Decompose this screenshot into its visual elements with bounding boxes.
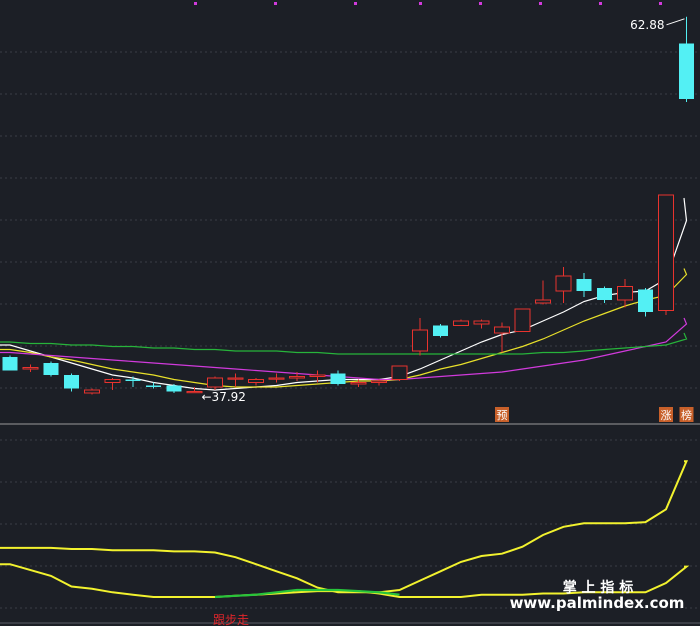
candle-body <box>658 194 674 311</box>
candle-body <box>330 373 346 384</box>
candle-body <box>617 286 633 301</box>
candle-body <box>289 376 305 379</box>
top-dot <box>354 2 357 5</box>
signal-marker: 榜 <box>679 407 694 422</box>
candle-body <box>473 320 490 325</box>
candle-body <box>350 382 367 385</box>
candle-body <box>535 299 551 304</box>
candle-body <box>166 385 182 392</box>
stock-chart: 62.88 ←37.92 跟步走 掌 上 指 标 www.palmindex.c… <box>0 0 700 626</box>
high-price-label: 62.88 <box>630 18 664 32</box>
candle-body <box>104 379 121 383</box>
top-dot <box>539 2 542 5</box>
candle-body <box>227 377 244 380</box>
candle <box>433 324 448 338</box>
candle-body <box>433 325 448 336</box>
candle-body <box>555 275 572 292</box>
top-dot <box>659 2 662 5</box>
candle-body <box>84 389 100 394</box>
low-price-label: ←37.92 <box>202 390 246 404</box>
candle <box>658 194 674 315</box>
signal-marker: 预 <box>495 407 509 422</box>
watermark-line2: www.palmindex.com <box>510 594 685 612</box>
top-dot <box>274 2 277 5</box>
candle-body <box>248 379 264 383</box>
candle-body <box>391 365 408 380</box>
candle-body <box>2 357 18 371</box>
candle-body <box>494 326 510 334</box>
signal-marker-text: 榜 <box>681 408 692 422</box>
candle-body <box>64 375 79 389</box>
candle <box>391 365 408 381</box>
top-dot <box>419 2 422 5</box>
candle-body <box>268 377 285 380</box>
candle-body <box>207 377 223 388</box>
candle-body <box>309 374 326 377</box>
top-dot <box>599 2 602 5</box>
signal-marker-text: 预 <box>497 409 508 422</box>
candle-body <box>576 279 592 291</box>
candle-body <box>125 379 141 381</box>
candle <box>514 308 531 332</box>
candle-body <box>186 391 203 394</box>
candle <box>2 355 18 371</box>
signal-marker-text: 涨 <box>661 409 672 422</box>
candle-body <box>638 289 653 312</box>
candle-body <box>597 288 612 300</box>
candle-body <box>514 308 531 332</box>
top-dot <box>479 2 482 5</box>
top-dot <box>194 2 197 5</box>
candle-body <box>679 43 694 99</box>
candle-body <box>453 320 469 326</box>
signal-marker: 涨 <box>659 407 673 422</box>
candle-body <box>146 385 161 387</box>
candle <box>43 361 59 377</box>
candle-body <box>22 367 39 370</box>
candle-body <box>43 363 59 375</box>
candle-body <box>412 329 428 352</box>
indicator-bottom-label: 跟步走 <box>213 613 249 626</box>
candle-body <box>371 380 387 383</box>
